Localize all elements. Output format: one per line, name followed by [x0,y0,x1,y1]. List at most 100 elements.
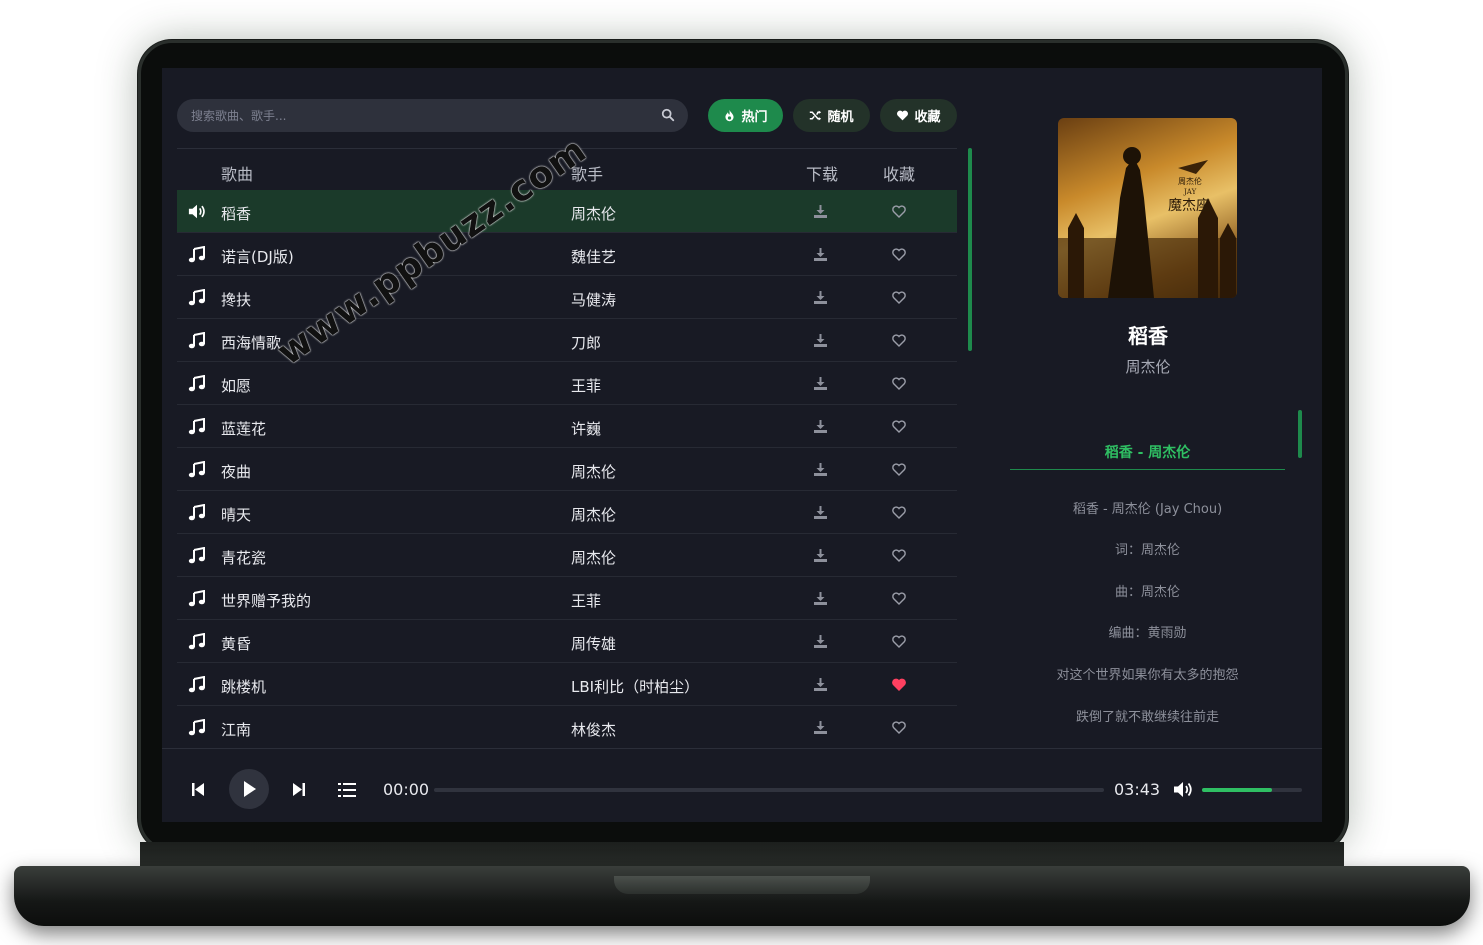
next-icon[interactable] [292,782,306,797]
previous-icon[interactable] [191,782,205,797]
lyric-line: 对这个世界如果你有太多的抱怨 [1056,668,1239,683]
cover-line3: 魔杰座 [1168,198,1210,214]
header-download: 下载 [806,165,839,184]
music-note-icon [188,590,205,607]
song-artist: 周传雄 [571,635,617,653]
song-row[interactable]: 搀扶 马健涛 [177,276,957,319]
music-note-icon [188,246,205,263]
now-playing-artist: 周杰伦 [1125,358,1171,376]
song-row[interactable]: 世界赠予我的 王菲 [177,577,957,620]
heart-icon[interactable] [891,548,907,563]
heart-icon[interactable] [891,333,907,348]
song-row[interactable]: 晴天 周杰伦 [177,491,957,534]
song-title: 夜曲 [221,463,252,481]
random-button[interactable]: 随机 [793,99,870,132]
heart-icon[interactable] [891,290,907,305]
download-icon[interactable] [813,290,828,305]
search-input[interactable] [177,108,647,123]
song-title: 黄昏 [221,635,252,653]
heart-icon [897,110,909,121]
progress-bar[interactable] [434,788,1104,792]
song-title: 稻香 [221,205,252,223]
song-title: 如愿 [221,377,252,395]
song-row[interactable]: 蓝莲花 许巍 [177,405,957,448]
heart-icon[interactable] [891,462,907,477]
download-icon[interactable] [813,376,828,391]
favorites-label: 收藏 [914,110,941,125]
header-song: 歌曲 [221,165,254,184]
song-artist: 周杰伦 [571,205,617,223]
song-title: 蓝莲花 [221,420,267,438]
heart-icon[interactable] [891,634,907,649]
volume-icon [188,204,205,219]
song-row[interactable]: 诺言(DJ版) 魏佳艺 [177,233,957,276]
total-time: 03:43 [1114,780,1161,799]
heart-icon[interactable] [891,677,907,692]
song-row[interactable]: 江南 林俊杰 [177,706,957,749]
music-note-icon [188,289,205,306]
song-title: 跳楼机 [221,678,267,696]
download-icon[interactable] [813,548,828,563]
volume-icon[interactable] [1173,781,1193,798]
download-icon[interactable] [813,419,828,434]
volume-fill [1202,788,1272,792]
song-artist: 周杰伦 [571,549,617,567]
header-favorite: 收藏 [883,165,916,184]
song-artist: 周杰伦 [571,463,617,481]
song-list-scrollbar[interactable] [968,148,972,351]
hot-label: 热门 [741,110,768,125]
download-icon[interactable] [813,247,828,262]
play-button[interactable] [229,769,269,809]
music-note-icon [188,633,205,650]
lyric-line: 编曲：黄雨勋 [1108,626,1187,641]
song-title: 搀扶 [221,291,252,309]
album-cover: 周杰伦 JAY 魔杰座 [1058,118,1237,298]
playlist-icon[interactable] [338,782,356,798]
favorites-button[interactable]: 收藏 [880,99,957,132]
download-icon[interactable] [813,505,828,520]
volume-slider[interactable] [1202,788,1302,792]
music-note-icon [188,375,205,392]
song-row[interactable]: 青花瓷 周杰伦 [177,534,957,577]
heart-icon[interactable] [891,419,907,434]
song-title: 江南 [221,721,252,739]
song-artist: 王菲 [571,377,602,395]
cover-line2: JAY [1183,188,1197,196]
music-note-icon [188,504,205,521]
music-note-icon [188,461,205,478]
lyrics-scrollbar[interactable] [1298,410,1302,458]
hot-button[interactable]: 热门 [708,99,783,132]
album-art: 周杰伦 JAY 魔杰座 [1058,147,1237,298]
download-icon[interactable] [813,204,828,219]
download-icon[interactable] [813,720,828,735]
download-icon[interactable] [813,333,828,348]
heart-icon[interactable] [891,505,907,520]
heart-icon[interactable] [891,204,907,219]
play-icon [244,781,256,797]
song-title: 世界赠予我的 [221,592,312,610]
song-artist: 魏佳艺 [571,248,617,266]
song-artist: 马健涛 [571,291,617,309]
heart-icon[interactable] [891,720,907,735]
download-icon[interactable] [813,591,828,606]
laptop-notch [614,876,870,894]
download-icon[interactable] [813,634,828,649]
shuffle-icon [810,110,822,121]
song-row[interactable]: 夜曲 周杰伦 [177,448,957,491]
song-row[interactable]: 黄昏 周传雄 [177,620,957,663]
search-icon[interactable] [661,108,675,122]
music-note-icon [188,676,205,693]
search-box[interactable] [177,99,688,132]
heart-icon[interactable] [891,376,907,391]
download-icon[interactable] [813,462,828,477]
music-note-icon [188,418,205,435]
song-row[interactable]: 稻香 周杰伦 [177,190,957,233]
current-time: 00:00 [383,780,430,799]
lyric-line: 跌倒了就不敢继续往前走 [1075,710,1219,725]
song-artist: 林俊杰 [571,721,617,739]
download-icon[interactable] [813,677,828,692]
music-note-icon [188,332,205,349]
heart-icon[interactable] [891,247,907,262]
song-row[interactable]: 跳楼机 LBI利比（时柏尘） [177,663,957,706]
heart-icon[interactable] [891,591,907,606]
